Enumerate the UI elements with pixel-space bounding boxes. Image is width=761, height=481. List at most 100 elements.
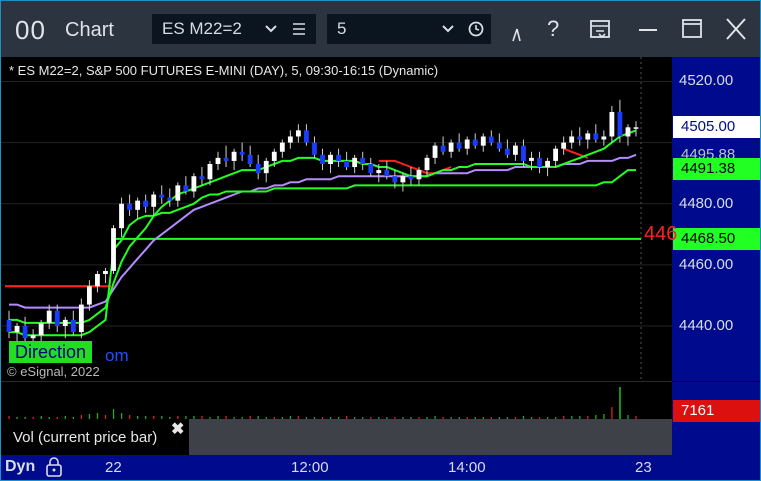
- candle-body: [62, 319, 68, 326]
- price-tick-label: 4440.00: [679, 316, 734, 334]
- candle-body: [633, 127, 639, 129]
- help-icon[interactable]: ?: [547, 15, 559, 43]
- candle-body: [38, 322, 44, 336]
- candle-body: [239, 151, 245, 155]
- candle-body: [167, 197, 173, 201]
- copyright-text: © eSignal, 2022: [7, 364, 100, 379]
- candle-body: [70, 319, 76, 333]
- candle-body: [304, 130, 309, 143]
- candle-body: [432, 145, 438, 158]
- candle-body: [6, 319, 12, 333]
- candle-body: [577, 136, 583, 140]
- time-axis[interactable]: 22 12:00 14:00 23: [1, 455, 760, 480]
- candle-body: [625, 127, 631, 137]
- candle-body: [617, 112, 623, 137]
- candle-body: [223, 157, 229, 161]
- candle-body: [191, 176, 197, 192]
- page-layout-icon[interactable]: [589, 15, 613, 50]
- candle-body: [480, 136, 486, 146]
- candle-body: [360, 157, 366, 164]
- candle-body: [440, 145, 446, 152]
- candle-body: [456, 142, 462, 149]
- price-chart-area[interactable]: [1, 57, 672, 381]
- menu-lines-icon[interactable]: [292, 14, 306, 54]
- legend-close-icon[interactable]: ✖: [171, 419, 184, 439]
- price-tick-label: 4460.00: [679, 255, 734, 273]
- volume-legend-label: Vol (current price bar): [13, 429, 158, 446]
- draw-tool-icon[interactable]: [509, 15, 525, 50]
- price-tick-label: 4480.00: [679, 194, 734, 212]
- candle-body: [585, 133, 591, 140]
- candle-body: [199, 176, 205, 180]
- candle-body: [344, 160, 350, 168]
- candle-body: [320, 154, 325, 164]
- candle-body: [22, 325, 28, 339]
- candle-body: [529, 157, 534, 161]
- series-line-purple: [9, 153, 637, 309]
- candle-body: [215, 157, 221, 164]
- volume-legend: Vol (current price bar) ✖: [1, 419, 189, 455]
- volume-svg: [8, 387, 637, 419]
- clock-icon[interactable]: [468, 14, 486, 54]
- candle-body: [295, 130, 301, 137]
- red-level-label: 446: [644, 223, 678, 245]
- candle-body: [328, 154, 333, 164]
- candle-body: [488, 136, 494, 143]
- candle-body: [593, 133, 599, 140]
- candle-body: [400, 176, 406, 183]
- candle-body: [496, 142, 502, 149]
- price-level-label: 4491.38: [673, 157, 760, 180]
- interval-selector[interactable]: 5: [327, 14, 491, 44]
- candle-body: [78, 304, 84, 333]
- price-chart-svg: [1, 57, 672, 381]
- time-label: 22: [105, 459, 122, 476]
- chart-header: * ES M22=2, S&P 500 FUTURES E-MINI (DAY)…: [9, 63, 439, 78]
- candle-body: [448, 142, 454, 152]
- chevron-down-icon[interactable]: [264, 14, 278, 54]
- candle-body: [95, 274, 100, 287]
- candle-body: [279, 142, 285, 152]
- symbol-selector[interactable]: ES M22=2: [152, 14, 316, 44]
- price-level-label: 4505.00: [673, 116, 760, 139]
- volume-pane-footer: [189, 419, 672, 455]
- candle-body: [424, 157, 430, 171]
- candle-body: [609, 112, 615, 137]
- candle-body: [416, 170, 422, 180]
- minimize-icon[interactable]: [637, 15, 659, 50]
- candle-body: [14, 325, 20, 333]
- candle-body: [376, 170, 382, 174]
- candle-body: [464, 139, 470, 149]
- chevron-down-icon[interactable]: [441, 14, 455, 54]
- interval-value: 5: [337, 19, 347, 38]
- close-icon[interactable]: [724, 15, 748, 50]
- dyn-label[interactable]: Dyn: [5, 458, 35, 476]
- candle-body: [312, 142, 317, 155]
- candle-body: [472, 139, 478, 146]
- candle-body: [103, 270, 108, 275]
- candle-body: [135, 200, 141, 210]
- window-title: Chart: [65, 19, 114, 41]
- time-label: 14:00: [448, 459, 486, 476]
- candle-body: [287, 136, 293, 143]
- lock-icon[interactable]: [45, 456, 63, 480]
- candle-body: [183, 185, 189, 192]
- candle-body: [352, 157, 358, 168]
- maximize-icon[interactable]: [681, 15, 703, 50]
- time-label: 12:00: [291, 459, 329, 476]
- candle-body: [384, 170, 390, 177]
- price-tick-label: 4520.00: [679, 72, 734, 90]
- candle-body: [247, 154, 253, 164]
- candle-body: [30, 335, 36, 339]
- app-icon: 00: [15, 15, 46, 45]
- candle-body: [521, 145, 526, 161]
- volume-pane[interactable]: [1, 382, 672, 419]
- volume-bar: [112, 409, 115, 419]
- candle-body: [553, 148, 559, 161]
- price-level-label: 4468.50: [673, 227, 760, 250]
- candle-body: [601, 136, 607, 140]
- time-label: 23: [635, 459, 652, 476]
- symbol-value: ES M22=2: [162, 19, 242, 38]
- candle-body: [111, 228, 116, 271]
- candle-body: [151, 194, 157, 207]
- candle-body: [143, 200, 149, 207]
